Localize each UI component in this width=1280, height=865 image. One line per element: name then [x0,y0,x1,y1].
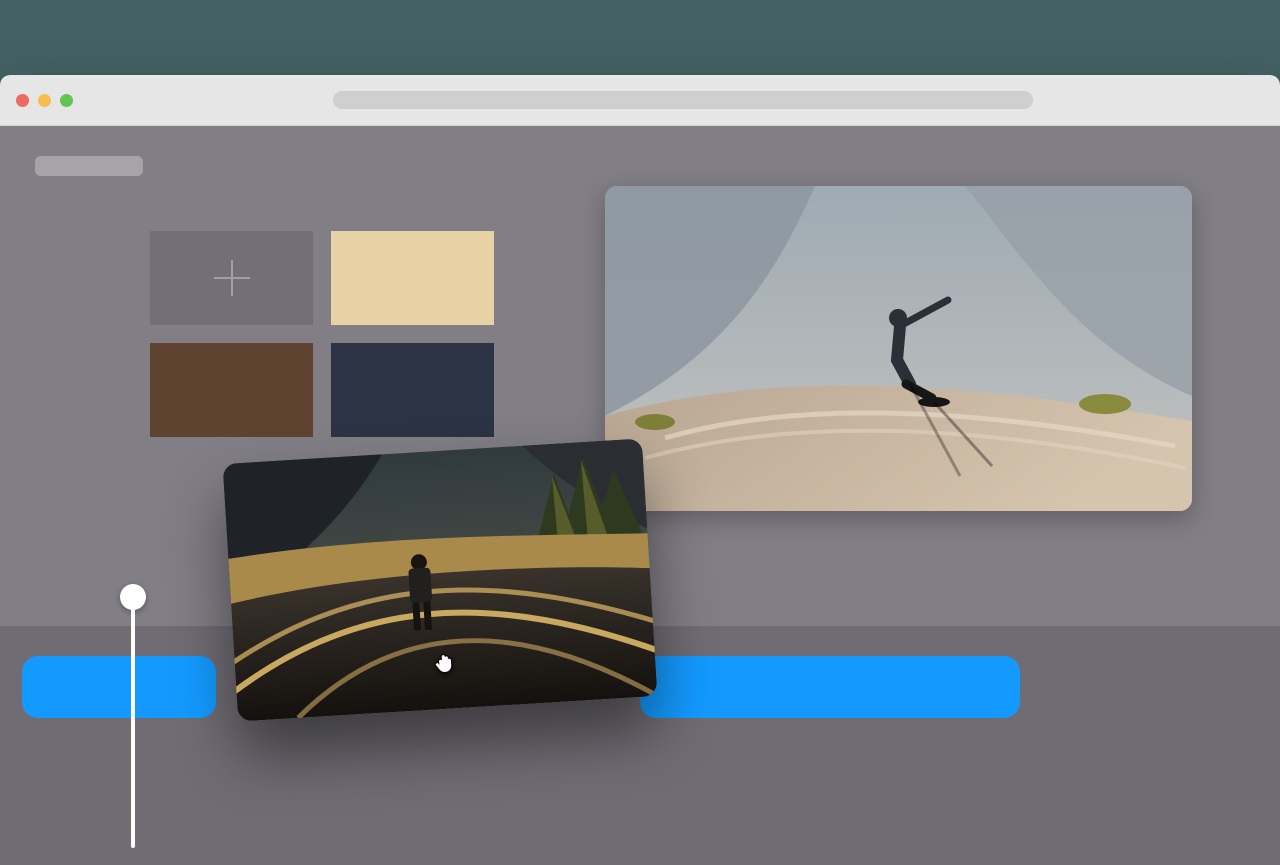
minimize-window-button[interactable] [38,94,51,107]
swatch-beige[interactable] [331,231,494,325]
playhead-handle[interactable] [120,584,146,610]
maximize-window-button[interactable] [60,94,73,107]
swatch-navy[interactable] [331,343,494,437]
preview-image[interactable] [605,186,1192,511]
grabbing-hand-icon [429,644,461,681]
swatch-brown[interactable] [150,343,313,437]
plus-icon [214,260,250,296]
add-swatch-button[interactable] [150,231,313,325]
browser-window [0,75,1280,865]
timeline-clip[interactable] [640,656,1020,718]
app-content [0,126,1280,865]
playhead-line [131,608,135,848]
traffic-lights [16,94,73,107]
color-palette [150,231,494,437]
dragging-clip-thumbnail[interactable] [223,438,658,721]
app-title-placeholder [35,156,143,176]
close-window-button[interactable] [16,94,29,107]
timeline-clip[interactable] [22,656,216,718]
browser-titlebar [0,75,1280,126]
address-bar[interactable] [333,91,1033,109]
